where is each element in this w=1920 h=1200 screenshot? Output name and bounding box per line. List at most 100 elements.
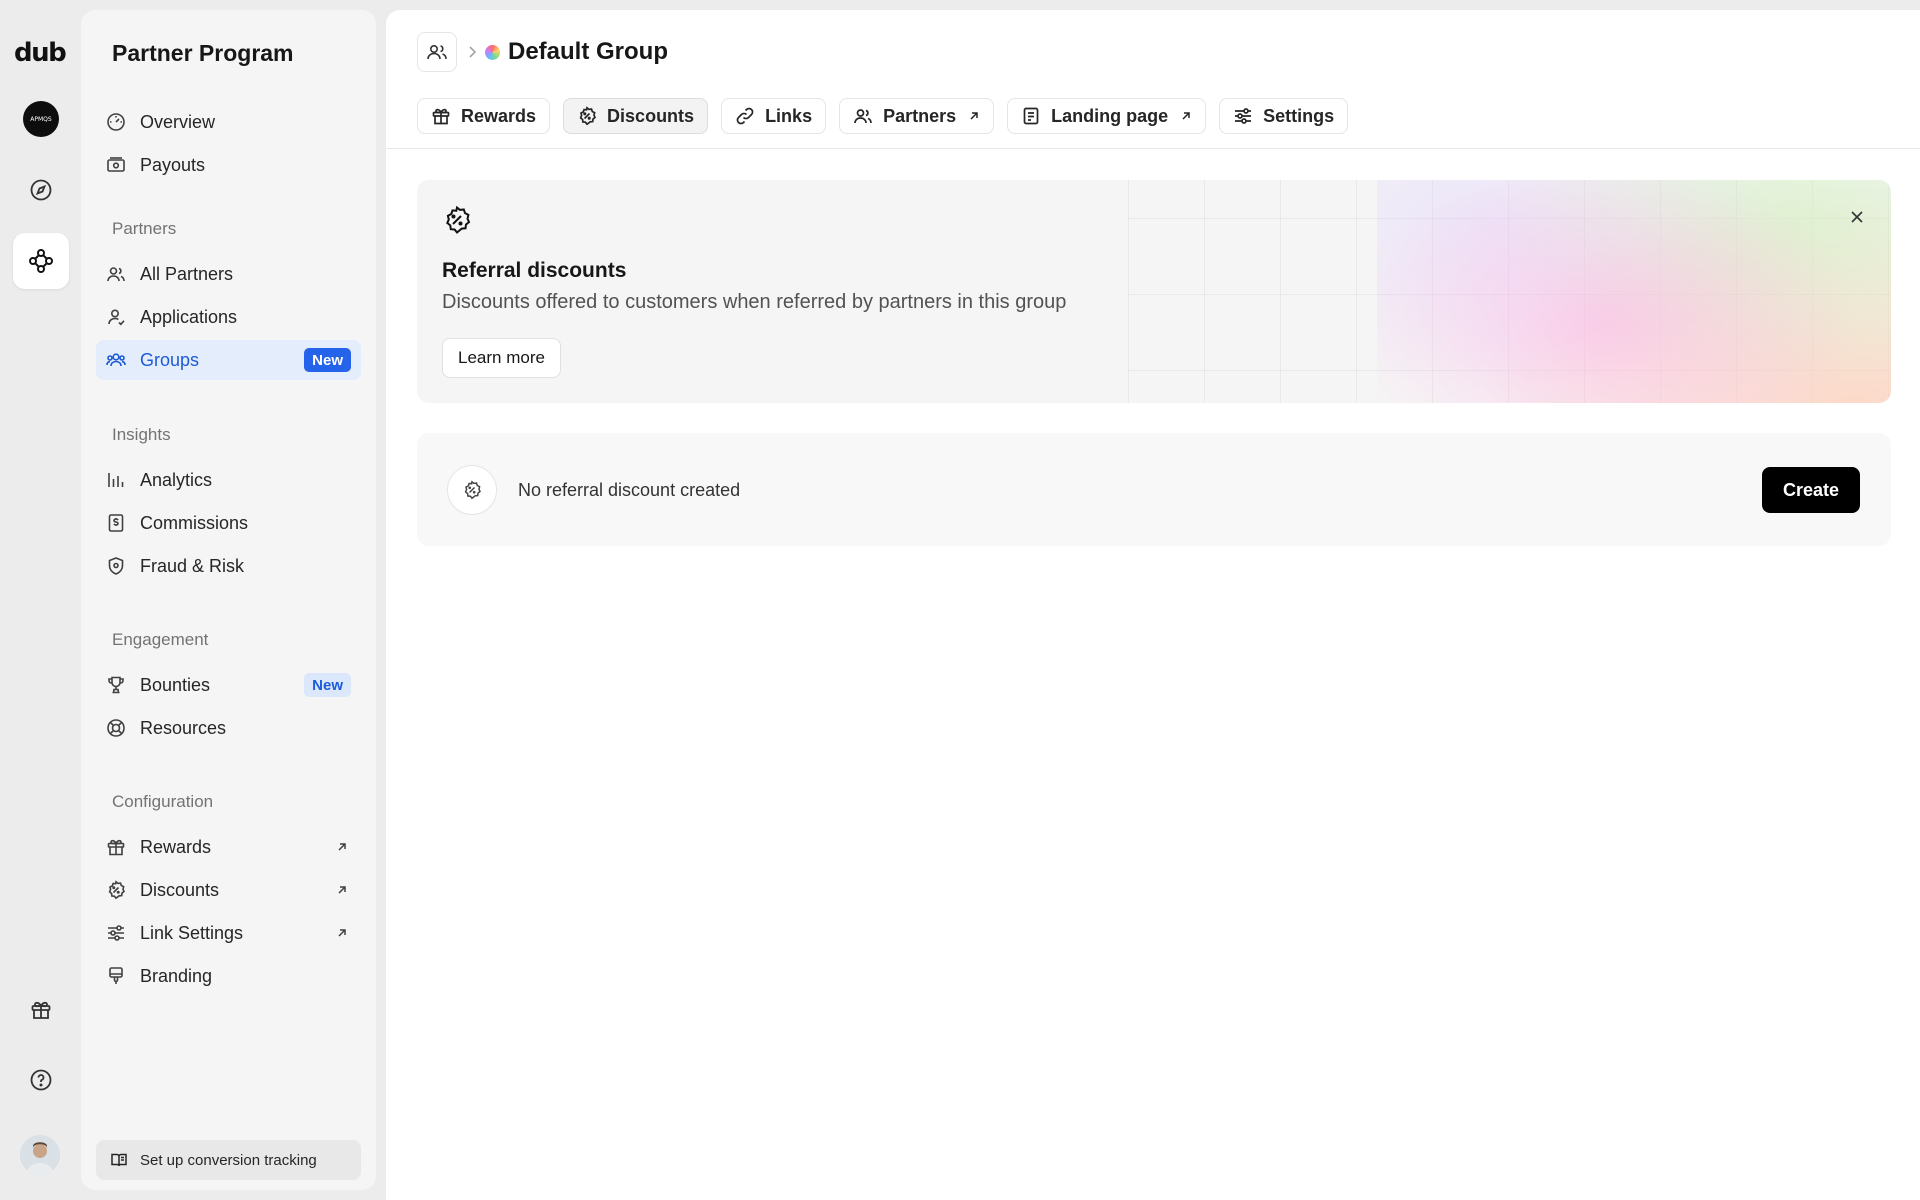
users-group-icon xyxy=(106,350,126,370)
app-rail: dub APMQS xyxy=(0,0,81,1200)
group-tabs: Rewards Discounts Links Partners Landing… xyxy=(417,98,1349,134)
discount-empty-state: No referral discount created Create xyxy=(417,433,1891,546)
sidebar-item-overview[interactable]: Overview xyxy=(96,102,361,142)
sidebar-item-label: Analytics xyxy=(140,469,213,490)
discount-badge-icon xyxy=(446,205,471,234)
arrow-up-right-icon xyxy=(338,929,346,937)
sidebar-item-label: Commissions xyxy=(140,512,249,533)
main-panel: Default Group Rewards Discounts Links Pa… xyxy=(386,10,1920,1200)
sidebar-item-all-partners[interactable]: All Partners xyxy=(96,254,361,294)
sidebar-item-bounties[interactable]: Bounties New xyxy=(96,665,361,705)
sidebar-item-commissions[interactable]: Commissions xyxy=(96,503,361,543)
shield-icon xyxy=(106,556,126,576)
sliders-icon xyxy=(1233,106,1253,126)
sidebar-title: Partner Program xyxy=(112,40,294,66)
section-insights: Insights xyxy=(112,425,171,444)
sidebar-item-label: Applications xyxy=(140,306,238,327)
workspace-switcher[interactable]: APMQS xyxy=(13,91,69,147)
tab-settings[interactable]: Settings xyxy=(1219,98,1349,134)
tab-links[interactable]: Links xyxy=(721,98,827,134)
sidebar-item-label: Bounties xyxy=(140,674,211,695)
tab-landing-page[interactable]: Landing page xyxy=(1007,98,1207,134)
group-color-dot xyxy=(485,45,500,60)
compass-icon[interactable] xyxy=(13,162,69,218)
arrow-up-right-icon xyxy=(1182,112,1190,120)
document-icon xyxy=(1021,106,1041,126)
footer-cta-label: Set up conversion tracking xyxy=(140,1151,317,1169)
new-badge: New xyxy=(304,348,351,372)
sidebar-item-discounts[interactable]: Discounts xyxy=(96,870,361,910)
tab-rewards[interactable]: Rewards xyxy=(417,98,551,134)
new-badge: New xyxy=(304,673,351,697)
tab-partners[interactable]: Partners xyxy=(839,98,995,134)
empty-state-message: No referral discount created xyxy=(518,480,741,500)
workspace-avatar: APMQS xyxy=(23,101,59,137)
banner-description: Discounts offered to customers when refe… xyxy=(442,291,1067,313)
arrow-up-right-icon xyxy=(338,843,346,851)
tab-discounts[interactable]: Discounts xyxy=(563,98,709,134)
tabs-divider xyxy=(386,148,1920,149)
sidebar-item-label: Link Settings xyxy=(140,922,244,943)
sidebar-item-label: Branding xyxy=(140,965,213,986)
tab-label: Partners xyxy=(883,105,957,126)
discount-badge-icon xyxy=(106,880,126,900)
gift-icon xyxy=(431,106,451,126)
sidebar-item-applications[interactable]: Applications xyxy=(96,297,361,337)
users-icon xyxy=(853,106,873,126)
sidebar-item-branding[interactable]: Branding xyxy=(96,956,361,996)
user-check-icon xyxy=(106,307,126,327)
sidebar-item-label: Fraud & Risk xyxy=(140,555,245,576)
user-avatar[interactable] xyxy=(20,1135,60,1175)
sidebar-item-groups[interactable]: Groups New xyxy=(96,340,361,380)
section-configuration: Configuration xyxy=(112,792,214,811)
sidebar-item-label: All Partners xyxy=(140,263,234,284)
sidebar-item-analytics[interactable]: Analytics xyxy=(96,460,361,500)
gauge-icon xyxy=(106,112,126,132)
setup-conversion-tracking-button[interactable]: Set up conversion tracking xyxy=(96,1140,361,1180)
sidebar-item-label: Discounts xyxy=(140,879,220,900)
book-icon xyxy=(110,1151,128,1169)
sidebar-item-resources[interactable]: Resources xyxy=(96,708,361,748)
chevron-right-icon xyxy=(469,46,477,58)
tab-label: Rewards xyxy=(461,105,537,126)
link-icon xyxy=(735,106,755,126)
sidebar-item-link-settings[interactable]: Link Settings xyxy=(96,913,361,953)
help-icon[interactable] xyxy=(13,1052,69,1108)
learn-more-button[interactable]: Learn more xyxy=(442,338,561,378)
create-discount-button[interactable]: Create xyxy=(1762,467,1860,513)
sidebar-item-payouts[interactable]: Payouts xyxy=(96,145,361,185)
sidebar-item-label: Overview xyxy=(140,111,216,132)
tab-label: Discounts xyxy=(607,105,695,126)
breadcrumb-groups-button[interactable] xyxy=(417,32,457,72)
sidebar-item-fraud-risk[interactable]: Fraud & Risk xyxy=(96,546,361,586)
gift-icon[interactable] xyxy=(13,982,69,1038)
tab-label: Landing page xyxy=(1051,105,1169,126)
sidebar-item-label: Groups xyxy=(140,349,200,370)
users-icon xyxy=(427,45,447,60)
trophy-icon xyxy=(106,675,126,695)
tab-label: Links xyxy=(765,105,813,126)
sidebar: Partner Program Overview Payouts Partner… xyxy=(81,10,376,1190)
sidebar-item-rewards[interactable]: Rewards xyxy=(96,827,361,867)
referral-discounts-banner: Referral discounts Discounts offered to … xyxy=(417,180,1891,403)
sliders-icon xyxy=(106,923,126,943)
banner-title: Referral discounts xyxy=(442,259,627,282)
money-icon xyxy=(106,155,126,175)
invoice-dollar-icon xyxy=(106,513,126,533)
partner-program-icon[interactable] xyxy=(13,233,69,289)
discount-badge-icon xyxy=(577,106,597,126)
page-title: Default Group xyxy=(508,38,668,65)
discount-badge-icon xyxy=(447,465,497,515)
banner-gradient xyxy=(1377,180,1891,403)
sidebar-item-label: Resources xyxy=(140,717,227,738)
arrow-up-right-icon xyxy=(338,886,346,894)
bar-chart-icon xyxy=(106,470,126,490)
dub-logo[interactable]: dub xyxy=(14,38,67,68)
close-icon[interactable] xyxy=(1849,209,1865,225)
lifebuoy-icon xyxy=(106,718,126,738)
sidebar-item-label: Payouts xyxy=(140,154,206,175)
gift-icon xyxy=(106,837,126,857)
paintbrush-icon xyxy=(106,966,126,986)
sidebar-item-label: Rewards xyxy=(140,836,212,857)
arrow-up-right-icon xyxy=(970,112,978,120)
